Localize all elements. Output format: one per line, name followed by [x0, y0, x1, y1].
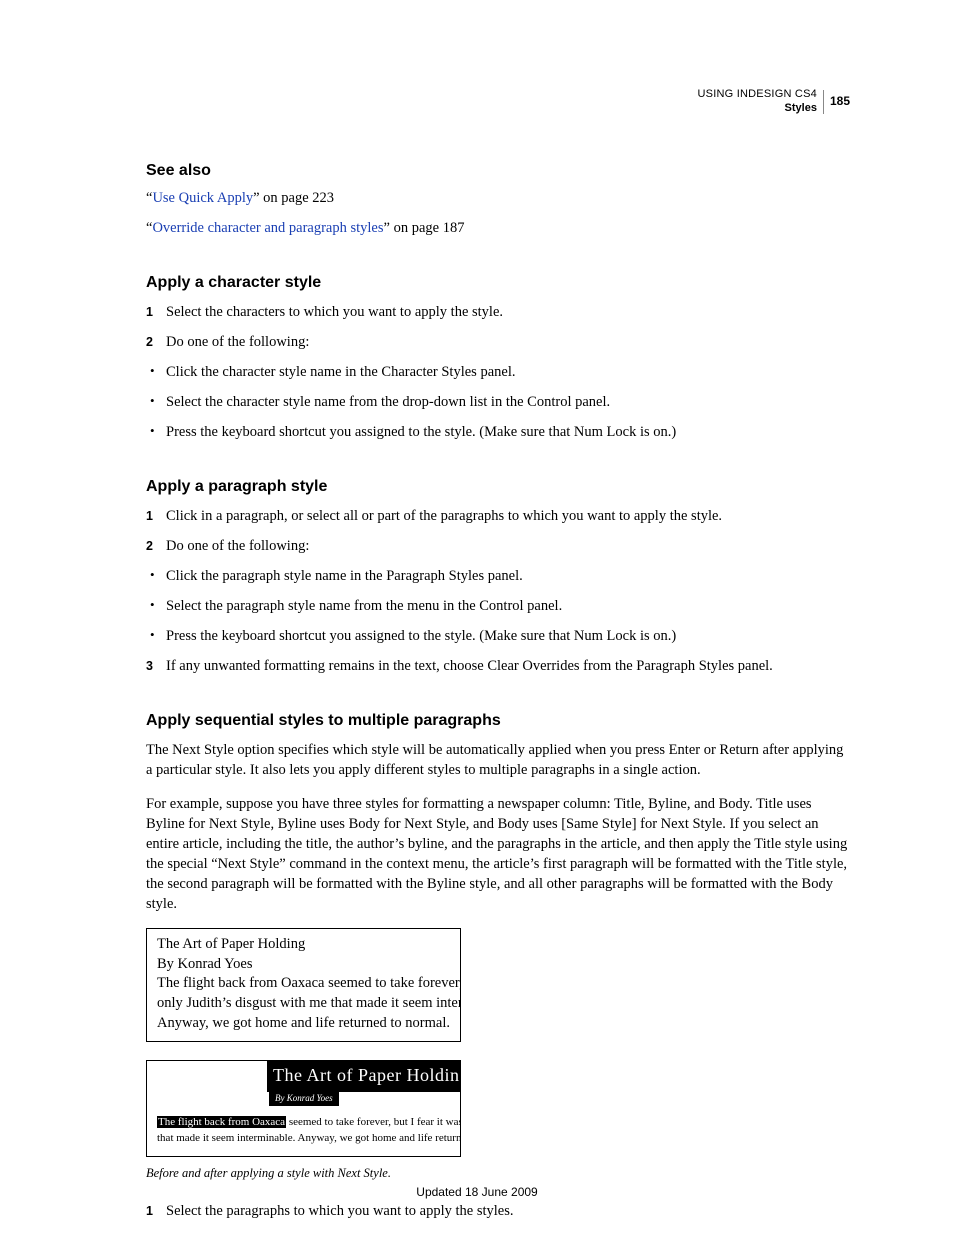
step-item: 3If any unwanted formatting remains in t…: [146, 656, 850, 676]
step-text: Do one of the following:: [166, 334, 309, 350]
see-also-heading: See also: [146, 160, 850, 182]
header-using: USING INDESIGN CS4: [697, 88, 816, 100]
bullet-item: Press the keyboard shortcut you assigned…: [146, 422, 850, 442]
step-item: 1Select the paragraphs to which you want…: [146, 1201, 850, 1221]
step-text: Select the paragraphs to which you want …: [166, 1203, 514, 1219]
figure-before-line: By Konrad Yoes: [157, 955, 450, 975]
step-text: Select the characters to which you want …: [166, 304, 503, 320]
step-item: 2Do one of the following:: [146, 536, 850, 556]
apply-char-heading: Apply a character style: [146, 272, 850, 294]
bullet-item: Click the paragraph style name in the Pa…: [146, 566, 850, 586]
see-also-item: “Use Quick Apply” on page 223: [146, 188, 850, 208]
figure-after-byline: By Konrad Yoes: [269, 1091, 339, 1105]
page-number: 185: [830, 94, 850, 109]
step-text: If any unwanted formatting remains in th…: [166, 658, 773, 674]
step-item: 1Select the characters to which you want…: [146, 302, 850, 322]
char-steps: 1Select the characters to which you want…: [146, 302, 850, 352]
step-text: Click in a paragraph, or select all or p…: [166, 508, 722, 524]
char-bullets: Click the character style name in the Ch…: [146, 362, 850, 442]
bullet-item: Select the paragraph style name from the…: [146, 596, 850, 616]
see-also-link[interactable]: Override character and paragraph styles: [152, 220, 383, 236]
seq-p1: The Next Style option specifies which st…: [146, 740, 850, 780]
figure-caption: Before and after applying a style with N…: [146, 1165, 850, 1182]
header-section: Styles: [697, 102, 816, 116]
figure-before-line: only Judith’s disgust with me that made …: [157, 994, 450, 1014]
para-bullets: Click the paragraph style name in the Pa…: [146, 566, 850, 646]
see-also-suffix: ” on page 187: [384, 220, 465, 236]
figure-after-body: The flight back from Oaxaca seemed to ta…: [157, 1115, 460, 1147]
figure-after-highlight: The flight back from Oaxaca: [157, 1116, 286, 1128]
apply-para-heading: Apply a paragraph style: [146, 476, 850, 498]
see-also-link[interactable]: Use Quick Apply: [152, 190, 253, 206]
figure-after-text: seemed to take forever, but I fear it wa…: [286, 1116, 461, 1128]
seq-p2: For example, suppose you have three styl…: [146, 794, 850, 914]
bullet-text: Press the keyboard shortcut you assigned…: [166, 424, 676, 440]
bullet-text: Press the keyboard shortcut you assigned…: [166, 628, 676, 644]
step-item: 2Do one of the following:: [146, 332, 850, 352]
see-also-item: “Override character and paragraph styles…: [146, 218, 850, 238]
content-area: See also “Use Quick Apply” on page 223 “…: [146, 88, 850, 1221]
running-header: USING INDESIGN CS4 Styles 185: [697, 88, 850, 116]
bullet-text: Click the paragraph style name in the Pa…: [166, 568, 523, 584]
seq-heading: Apply sequential styles to multiple para…: [146, 710, 850, 732]
figure-before-line: The flight back from Oaxaca seemed to ta…: [157, 974, 450, 994]
figure-before-line: Anyway, we got home and life returned to…: [157, 1014, 450, 1034]
bullet-text: Select the character style name from the…: [166, 394, 610, 410]
figure-after-title: The Art of Paper Holding: [267, 1061, 460, 1092]
para-steps: 1Click in a paragraph, or select all or …: [146, 506, 850, 556]
bullet-item: Press the keyboard shortcut you assigned…: [146, 626, 850, 646]
see-also-suffix: ” on page 223: [253, 190, 334, 206]
para-step3: 3If any unwanted formatting remains in t…: [146, 656, 850, 676]
figure-next-style: The Art of Paper Holding By Konrad Yoes …: [146, 928, 850, 1182]
bullet-text: Select the paragraph style name from the…: [166, 598, 562, 614]
figure-before-line: The Art of Paper Holding: [157, 935, 450, 955]
see-also-links: “Use Quick Apply” on page 223 “Override …: [146, 188, 850, 238]
figure-after-box: The Art of Paper Holding By Konrad Yoes …: [146, 1060, 461, 1157]
footer-updated: Updated 18 June 2009: [0, 1185, 954, 1199]
page: USING INDESIGN CS4 Styles 185 See also “…: [0, 0, 954, 1235]
bullet-item: Click the character style name in the Ch…: [146, 362, 850, 382]
bullet-text: Click the character style name in the Ch…: [166, 364, 515, 380]
figure-after-text: that made it seem interminable. Anyway, …: [157, 1132, 461, 1144]
seq-steps: 1Select the paragraphs to which you want…: [146, 1201, 850, 1221]
bullet-item: Select the character style name from the…: [146, 392, 850, 412]
figure-before-box: The Art of Paper Holding By Konrad Yoes …: [146, 928, 461, 1042]
header-divider: [823, 90, 824, 114]
step-text: Do one of the following:: [166, 538, 309, 554]
step-item: 1Click in a paragraph, or select all or …: [146, 506, 850, 526]
